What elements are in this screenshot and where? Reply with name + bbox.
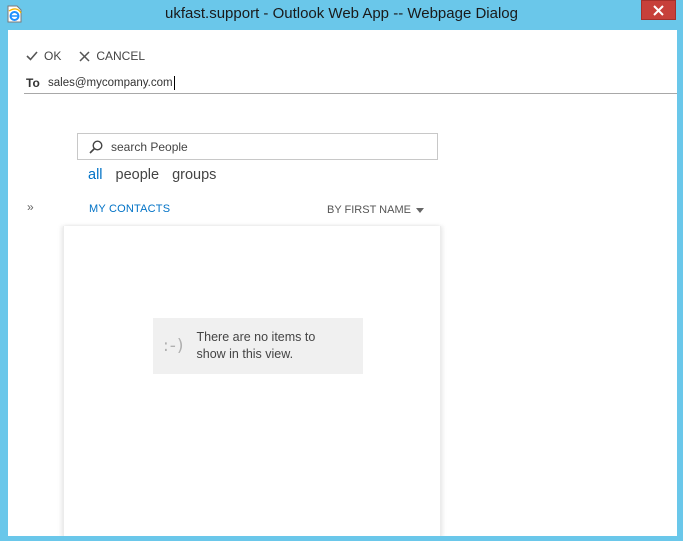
close-icon (653, 4, 664, 16)
sort-dropdown[interactable]: BY FIRST NAME (327, 204, 424, 216)
search-box[interactable] (77, 133, 438, 160)
filter-people[interactable]: people (116, 167, 160, 183)
ok-button[interactable]: OK (26, 49, 61, 63)
dialog-content: OK CANCEL To sales@mycompany.com all pe (8, 30, 677, 536)
empty-state: :-) There are no items to show in this v… (153, 318, 363, 374)
sort-label: BY FIRST NAME (327, 204, 411, 216)
search-icon (89, 139, 103, 154)
ok-label: OK (44, 49, 62, 63)
to-recipient-value[interactable]: sales@mycompany.com (48, 77, 173, 89)
empty-face-icon: :-) (163, 336, 185, 356)
checkmark-icon (26, 51, 38, 61)
empty-message: There are no items to show in this view. (196, 330, 316, 361)
chevron-down-icon (415, 207, 424, 213)
to-label: To (26, 76, 40, 90)
x-icon (79, 50, 90, 62)
cancel-label: CANCEL (96, 49, 146, 63)
search-input[interactable] (111, 139, 411, 154)
filter-groups[interactable]: groups (172, 167, 216, 183)
expand-pane-icon[interactable]: » (27, 200, 34, 214)
contacts-list (63, 226, 441, 536)
filter-all[interactable]: all (88, 167, 103, 183)
text-caret (173, 76, 175, 90)
people-filter-tabs: all people groups (88, 167, 229, 183)
my-contacts-header[interactable]: MY CONTACTS (89, 203, 170, 215)
window-title: ukfast.support - Outlook Web App -- Webp… (165, 5, 518, 22)
toolbar: OK CANCEL (26, 49, 163, 63)
title-bar: ukfast.support - Outlook Web App -- Webp… (0, 0, 683, 30)
to-field[interactable]: To sales@mycompany.com (24, 73, 677, 94)
dialog-window: ukfast.support - Outlook Web App -- Webp… (0, 0, 683, 541)
cancel-button[interactable]: CANCEL (79, 49, 145, 63)
close-button[interactable] (641, 0, 676, 20)
